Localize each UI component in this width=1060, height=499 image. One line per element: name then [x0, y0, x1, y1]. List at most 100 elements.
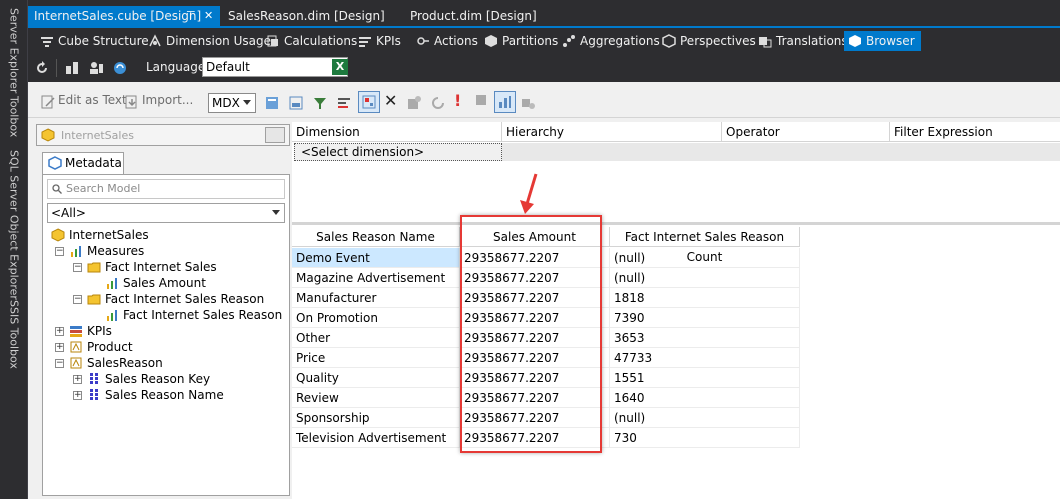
tree-node-label: Fact Internet Sales: [105, 260, 217, 274]
measure-group-select[interactable]: <All>: [47, 203, 285, 223]
delete-icon[interactable]: ✕: [384, 91, 397, 110]
tab-browser[interactable]: Browser: [844, 31, 921, 51]
metadata-tree: InternetSales − Measures − Fact Internet…: [47, 227, 285, 493]
cell-reason-count[interactable]: 1640: [610, 388, 800, 408]
measure-icon: [107, 310, 117, 321]
cell-sales-reason-name[interactable]: Quality: [292, 368, 460, 388]
dimension-icon: [70, 341, 82, 353]
cell-reason-count[interactable]: 47733: [610, 348, 800, 368]
execute-icon[interactable]: !: [454, 91, 461, 110]
cell-reason-count[interactable]: 730: [610, 428, 800, 448]
cube-icon: [51, 228, 65, 242]
column-header-reason-count[interactable]: Fact Internet Sales Reason Count: [610, 227, 800, 264]
close-icon[interactable]: ✕: [204, 6, 213, 26]
column-header-sales-reason-name[interactable]: Sales Reason Name: [292, 227, 460, 247]
tab-actions[interactable]: Actions: [412, 31, 478, 51]
toolbar-separator: [56, 59, 57, 77]
collapse-icon[interactable]: −: [73, 263, 82, 272]
actions-icon: [417, 37, 429, 45]
cell-sales-reason-name[interactable]: Price: [292, 348, 460, 368]
excel-icon[interactable]: X: [332, 59, 348, 75]
measures-icon: [71, 246, 81, 257]
expand-icon[interactable]: +: [55, 327, 64, 336]
add-calculated-member-icon[interactable]: [264, 95, 280, 111]
kpis-icon: [70, 326, 82, 337]
cell-sales-reason-name[interactable]: Magazine Advertisement: [292, 268, 460, 288]
side-tool-strip: Server Explorer Toolbox SQL Server Objec…: [0, 0, 28, 499]
cell-reason-count[interactable]: 3653: [610, 328, 800, 348]
tree-node-label: Measures: [87, 244, 145, 258]
cell-sales-reason-name[interactable]: Review: [292, 388, 460, 408]
tab-metadata[interactable]: Metadata: [42, 152, 124, 174]
filter-icon[interactable]: [312, 95, 328, 111]
collapse-icon[interactable]: −: [55, 247, 64, 256]
server-explorer-tab[interactable]: Server Explorer: [4, 8, 24, 93]
show-result-toggle[interactable]: [494, 91, 516, 113]
refresh-query-icon[interactable]: [430, 95, 446, 111]
tree-node-label: Fact Internet Sales Reason Co: [123, 308, 285, 322]
tab-cube-structure[interactable]: Cube Structure: [36, 31, 149, 51]
collapse-icon[interactable]: −: [55, 359, 64, 368]
tab-kpis[interactable]: KPIs: [354, 31, 401, 51]
cube-selector[interactable]: InternetSales: [36, 124, 290, 146]
ssis-toolbox-tab[interactable]: SSIS Toolbox: [4, 300, 24, 369]
filter-row[interactable]: [502, 143, 1060, 161]
cell-reason-count[interactable]: (null): [610, 408, 800, 428]
doc-tab-product-dim[interactable]: Product.dim [Design]: [404, 6, 554, 26]
filter-header-operator: Operator: [722, 122, 890, 142]
cell-sales-reason-name[interactable]: Sponsorship: [292, 408, 460, 428]
tab-label: Browser: [866, 34, 915, 48]
cell-reason-count[interactable]: 7390: [610, 308, 800, 328]
search-model-input[interactable]: Search Model: [47, 179, 285, 199]
expand-icon[interactable]: +: [73, 375, 82, 384]
cube-browse-button[interactable]: [265, 127, 285, 143]
parameters-icon[interactable]: [336, 95, 352, 111]
metadata-pane: InternetSales Metadata Search Model <All…: [36, 124, 290, 496]
cell-sales-reason-name[interactable]: On Promotion: [292, 308, 460, 328]
sql-server-object-explorer-tab[interactable]: SQL Server Object Explorer: [4, 150, 24, 300]
dimension-icon: [70, 357, 82, 369]
cell-reason-count[interactable]: 1818: [610, 288, 800, 308]
doc-tab-internetsales-cube[interactable]: InternetSales.cube [Design] ⊤ ✕: [28, 6, 220, 26]
language-select[interactable]: Default: [202, 57, 348, 77]
cell-sales-reason-name[interactable]: Demo Event: [292, 248, 460, 268]
search-icon: [52, 184, 62, 194]
cell-reason-count[interactable]: (null): [610, 248, 800, 268]
connection-icon[interactable]: [520, 95, 536, 111]
tab-dimension-usage[interactable]: Dimension Usage: [144, 31, 271, 51]
collapse-icon[interactable]: −: [73, 295, 82, 304]
refresh-icon[interactable]: [34, 60, 50, 76]
process-icon[interactable]: [64, 60, 80, 76]
doc-tab-salesreason-dim[interactable]: SalesReason.dim [Design]: [222, 6, 392, 26]
design-mode-toggle[interactable]: [358, 91, 380, 113]
select-dimension-cell[interactable]: <Select dimension>: [294, 143, 502, 161]
import-button[interactable]: Import...: [142, 93, 193, 107]
tab-perspectives[interactable]: Perspectives: [658, 31, 756, 51]
tab-translations[interactable]: Translations: [754, 31, 848, 51]
expand-icon[interactable]: +: [55, 343, 64, 352]
edit-as-text-button[interactable]: Edit as Text: [58, 93, 127, 107]
tab-label: Aggregations: [580, 34, 660, 48]
toolbox-tab[interactable]: Toolbox: [4, 96, 24, 138]
cell-sales-reason-name[interactable]: Manufacturer: [292, 288, 460, 308]
filter-header-expression: Filter Expression: [890, 122, 1060, 142]
show-empty-cells-icon[interactable]: [288, 95, 304, 111]
cell-sales-reason-name[interactable]: Other: [292, 328, 460, 348]
tab-calculations[interactable]: Calculations: [262, 31, 357, 51]
expand-icon[interactable]: +: [73, 391, 82, 400]
query-type-select[interactable]: MDX: [208, 93, 256, 113]
cell-sales-reason-name[interactable]: Television Advertisement: [292, 428, 460, 448]
tab-aggregations[interactable]: Aggregations: [558, 31, 660, 51]
change-user-icon[interactable]: [88, 60, 104, 76]
results-grid: Sales Reason Name Sales Amount Fact Inte…: [292, 225, 1060, 499]
cancel-query-icon[interactable]: [476, 95, 486, 105]
cell-reason-count[interactable]: (null): [610, 268, 800, 288]
cell-reason-count[interactable]: 1551: [610, 368, 800, 388]
reconnect-icon[interactable]: [112, 60, 128, 76]
query-toolbar: Edit as Text Import... MDX ✕ !: [28, 82, 1060, 118]
tab-partitions[interactable]: Partitions: [480, 31, 558, 51]
tree-node-label: SalesReason: [87, 356, 163, 370]
tree-node-label: InternetSales: [69, 228, 149, 242]
auto-execute-icon[interactable]: [406, 95, 422, 111]
pin-icon[interactable]: ⊤: [186, 6, 196, 26]
